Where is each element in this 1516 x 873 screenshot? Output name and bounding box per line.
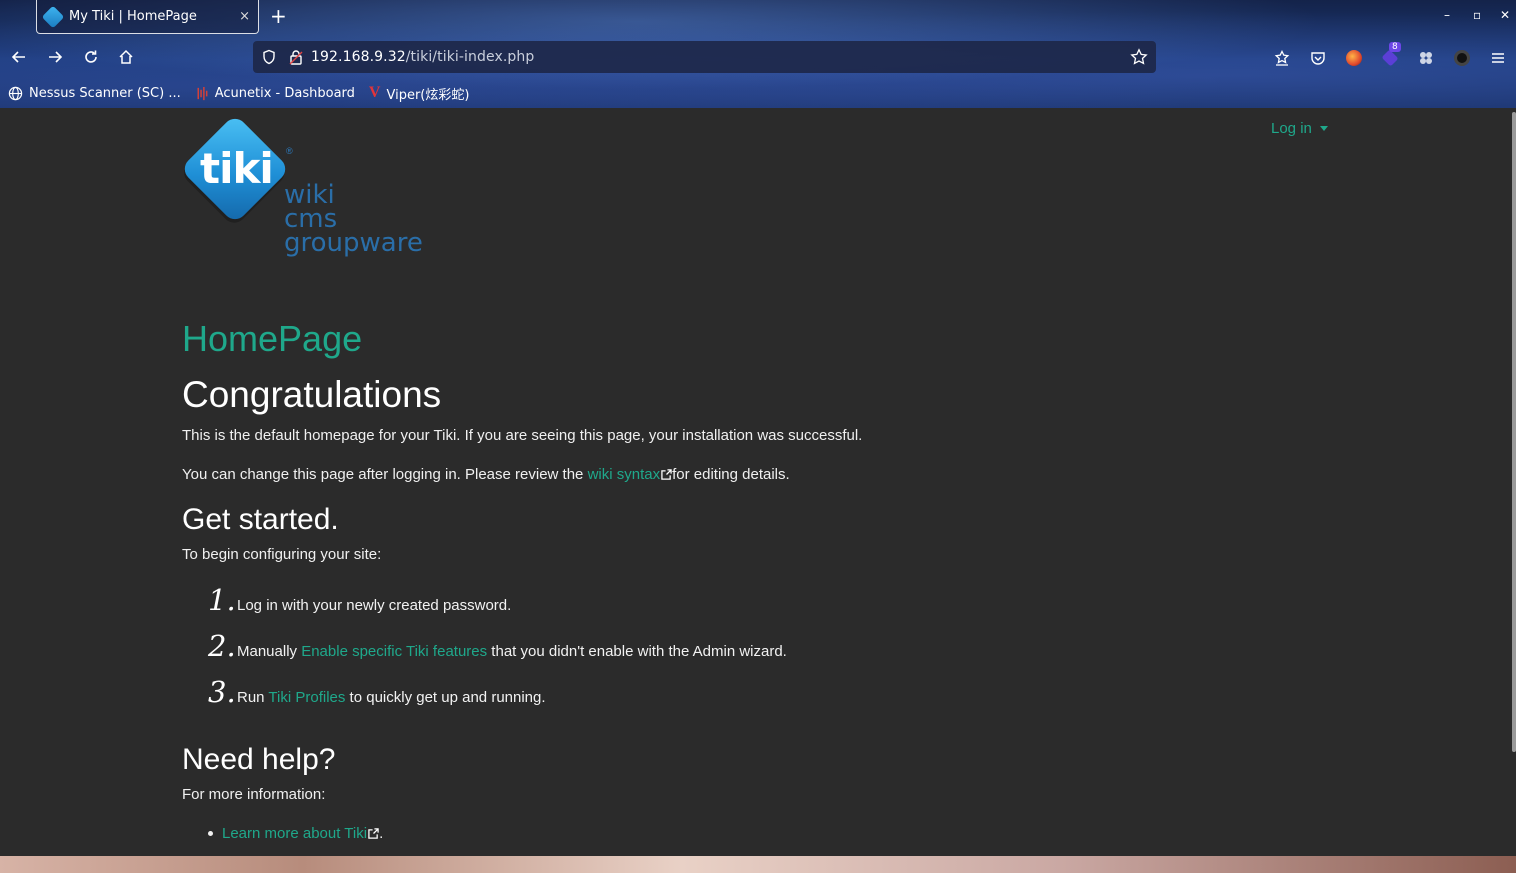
logo-mark-text: tiki (200, 144, 274, 193)
bookmark-star-icon[interactable] (1130, 48, 1148, 66)
reload-button[interactable] (80, 46, 102, 68)
main-content: HomePage Congratulations This is the def… (182, 318, 1282, 843)
logo-registered-mark: ® (286, 146, 293, 156)
list-item: 1. Log in with your newly created passwo… (208, 583, 1282, 629)
bookmarks-toolbar: Nessus Scanner (SC) ... Acunetix - Dashb… (0, 82, 483, 104)
address-bar[interactable]: 192.168.9.32/tiki/tiki-index.php (253, 41, 1156, 73)
learn-more-link[interactable]: Learn more about Tiki (222, 825, 367, 842)
get-started-lead: To begin configuring your site: (182, 546, 382, 563)
step-text-after: to quickly get up and running. (345, 689, 546, 706)
change-text-after: for editing details. (672, 466, 790, 483)
home-icon (119, 49, 133, 64)
extension-badge-count: 8 (1389, 42, 1401, 52)
bookmark-nessus-label: Nessus Scanner (SC) ... (29, 85, 181, 101)
bookmark-viper-label: Viper(炫彩蛇) (386, 87, 470, 103)
enable-features-link[interactable]: Enable specific Tiki features (301, 643, 487, 660)
insecure-lock-icon[interactable] (289, 49, 303, 65)
wiki-syntax-link[interactable]: wiki syntax (588, 466, 661, 483)
page-title[interactable]: HomePage (182, 318, 1282, 360)
reload-icon (85, 50, 97, 63)
viper-icon: V (368, 84, 381, 101)
logo-line-groupware: groupware (284, 228, 423, 258)
globe-icon (8, 86, 23, 101)
get-started-heading: Get started. (182, 503, 339, 536)
browser-chrome: My Tiki | HomePage × + – ▫ ✕ 192.168.9.3… (0, 0, 1516, 108)
extensions-bookmark-icon[interactable] (1272, 48, 1292, 68)
url-text[interactable]: 192.168.9.32/tiki/tiki-index.php (311, 49, 534, 65)
bookmark-acunetix-label: Acunetix - Dashboard (214, 85, 355, 101)
login-label: Log in (1271, 120, 1312, 137)
step-text-after: that you didn't enable with the Admin wi… (487, 643, 787, 660)
external-link-icon[interactable] (368, 827, 379, 839)
step-number: 2. (208, 629, 236, 663)
congratulations-heading: Congratulations (182, 374, 442, 415)
bookmark-viper[interactable]: V Viper(炫彩蛇) (369, 84, 470, 103)
caret-down-icon (1319, 126, 1328, 131)
list-item: Learn more about Tiki. (208, 823, 1282, 843)
url-path: /tiki/tiki-index.php (405, 49, 535, 65)
change-text-before: You can change this page after logging i… (182, 466, 588, 483)
forward-button[interactable] (44, 46, 66, 68)
change-paragraph: You can change this page after logging i… (182, 465, 1282, 485)
new-tab-button[interactable]: + (270, 4, 287, 28)
close-window-button[interactable]: ✕ (1500, 8, 1510, 22)
intro-paragraph: This is the default homepage for your Ti… (182, 427, 863, 444)
step-text: Log in with your newly created password. (237, 597, 512, 614)
external-link-icon[interactable] (661, 469, 672, 480)
shield-icon[interactable] (261, 49, 277, 65)
extension-fox-icon[interactable] (1344, 48, 1364, 68)
tiki-favicon-icon (41, 5, 65, 28)
bookmark-acunetix[interactable]: Acunetix - Dashboard (195, 86, 355, 101)
tab-title: My Tiki | HomePage (69, 9, 197, 24)
steps-list: 1. Log in with your newly created passwo… (208, 583, 1282, 721)
acunetix-icon (195, 86, 209, 101)
extension-badge-icon[interactable]: 8 (1380, 42, 1401, 68)
learn-more-after: . (379, 824, 384, 842)
scrollbar-thumb[interactable] (1512, 112, 1516, 752)
tiki-logo[interactable]: tiki ® wiki cms groupware (179, 113, 432, 258)
step-number: 1. (208, 583, 236, 617)
list-item: 3. Run Tiki Profiles to quickly get up a… (208, 675, 1282, 721)
step-number: 3. (208, 675, 236, 709)
help-list: Learn more about Tiki. (208, 823, 1282, 843)
navigation-toolbar: 192.168.9.32/tiki/tiki-index.php 8 (0, 40, 1516, 74)
bookmark-nessus[interactable]: Nessus Scanner (SC) ... (8, 86, 181, 101)
extension-circle-icon[interactable] (1452, 48, 1472, 68)
tiki-profiles-link[interactable]: Tiki Profiles (268, 689, 345, 706)
extension-puzzle-icon[interactable] (1416, 48, 1436, 68)
login-dropdown[interactable]: Log in (1271, 120, 1328, 137)
maximize-button[interactable]: ▫ (1473, 8, 1481, 22)
page-scrollbar[interactable] (1512, 108, 1516, 856)
need-help-heading: Need help? (182, 743, 336, 776)
url-host: 192.168.9.32 (311, 49, 406, 65)
back-button[interactable] (8, 46, 30, 68)
bullet-icon (208, 830, 213, 836)
tab-close-icon[interactable]: × (239, 9, 250, 24)
list-item: 2. Manually Enable specific Tiki feature… (208, 629, 1282, 675)
need-help-lead: For more information: (182, 786, 326, 803)
back-arrow-icon (11, 51, 25, 63)
home-button[interactable] (115, 46, 137, 68)
page-viewport: Log in tiki ® wiki cms groupware HomePag… (0, 108, 1512, 856)
browser-tab[interactable]: My Tiki | HomePage × (36, 0, 259, 34)
step-text-before: Manually (237, 643, 302, 660)
desktop-wallpaper-strip (0, 856, 1516, 873)
forward-arrow-icon (49, 51, 63, 63)
pocket-icon[interactable] (1308, 48, 1328, 68)
hamburger-menu-icon[interactable] (1488, 48, 1508, 68)
minimize-button[interactable]: – (1444, 8, 1450, 22)
step-text-before: Run (237, 689, 269, 706)
